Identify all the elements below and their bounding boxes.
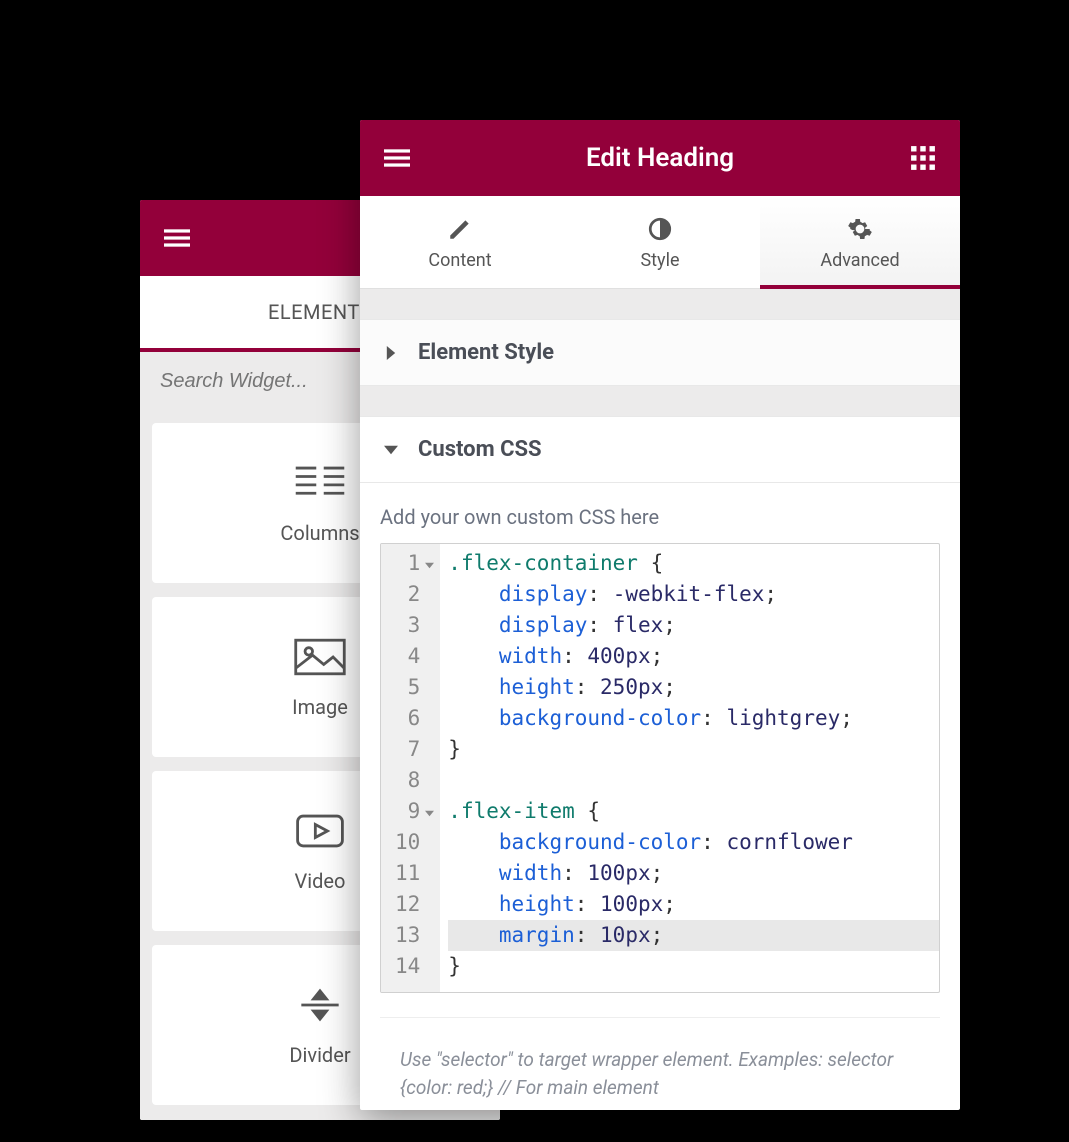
- code-line[interactable]: display: -webkit-flex;: [448, 579, 939, 610]
- line-number: 2: [395, 579, 434, 610]
- widget-label: Columns: [280, 521, 359, 545]
- line-number: 8: [395, 765, 434, 796]
- hamburger-icon[interactable]: [382, 143, 412, 173]
- code-line[interactable]: width: 100px;: [448, 858, 939, 889]
- code-line[interactable]: margin: 10px;: [448, 920, 939, 951]
- code-line[interactable]: .flex-item {: [448, 796, 939, 827]
- line-number: 7: [395, 734, 434, 765]
- code-line[interactable]: .flex-container {: [448, 548, 939, 579]
- section-title: Element Style: [418, 340, 554, 365]
- tab-label: Style: [560, 250, 760, 271]
- fold-caret-icon[interactable]: [425, 809, 434, 818]
- tab-advanced[interactable]: Advanced: [760, 196, 960, 289]
- tab-style[interactable]: Style: [560, 196, 760, 288]
- tab-label: Content: [360, 250, 560, 271]
- line-number: 13: [395, 920, 434, 951]
- line-number: 14: [395, 951, 434, 982]
- tab-label: Advanced: [760, 250, 960, 271]
- line-number: 10: [395, 827, 434, 858]
- code-line[interactable]: background-color: cornflower: [448, 827, 939, 858]
- fold-caret-icon[interactable]: [425, 561, 434, 570]
- edit-header: Edit Heading: [360, 120, 960, 196]
- tab-content[interactable]: Content: [360, 196, 560, 288]
- code-line[interactable]: height: 100px;: [448, 889, 939, 920]
- caret-right-icon: [384, 346, 398, 360]
- widget-label: Image: [292, 695, 348, 719]
- line-number: 3: [395, 610, 434, 641]
- code-line[interactable]: [448, 765, 939, 796]
- note: Use "selector" to target wrapper element…: [380, 1017, 940, 1101]
- widget-label: Video: [295, 869, 346, 893]
- line-number: 11: [395, 858, 434, 889]
- line-number: 1: [395, 548, 434, 579]
- panel-title: Edit Heading: [412, 143, 908, 173]
- code-line[interactable]: height: 250px;: [448, 672, 939, 703]
- code-line[interactable]: background-color: lightgrey;: [448, 703, 939, 734]
- line-number: 5: [395, 672, 434, 703]
- section-custom-css[interactable]: Custom CSS: [360, 416, 960, 483]
- line-gutter: 1234567891011121314: [381, 544, 440, 992]
- code-editor[interactable]: 1234567891011121314 .flex-container { di…: [380, 543, 940, 993]
- code-line[interactable]: }: [448, 951, 939, 982]
- line-number: 6: [395, 703, 434, 734]
- custom-css-area: Add your own custom CSS here 12345678910…: [360, 483, 960, 1101]
- section-element-style[interactable]: Element Style: [360, 319, 960, 386]
- section-title: Custom CSS: [418, 437, 542, 462]
- code-line[interactable]: }: [448, 734, 939, 765]
- code-line[interactable]: display: flex;: [448, 610, 939, 641]
- apps-grid-icon[interactable]: [908, 143, 938, 173]
- css-hint: Add your own custom CSS here: [380, 505, 940, 529]
- code-line[interactable]: width: 400px;: [448, 641, 939, 672]
- tab-bar: ContentStyleAdvanced: [360, 196, 960, 289]
- edit-heading-panel: Edit Heading ContentStyleAdvanced Elemen…: [360, 120, 960, 1110]
- line-number: 9: [395, 796, 434, 827]
- hamburger-icon[interactable]: [162, 223, 192, 253]
- code-content[interactable]: .flex-container { display: -webkit-flex;…: [440, 544, 939, 992]
- note-text: Use "selector" to target wrapper element…: [400, 1046, 920, 1101]
- line-number: 4: [395, 641, 434, 672]
- widget-label: Divider: [289, 1043, 350, 1067]
- caret-down-icon: [384, 443, 398, 457]
- line-number: 12: [395, 889, 434, 920]
